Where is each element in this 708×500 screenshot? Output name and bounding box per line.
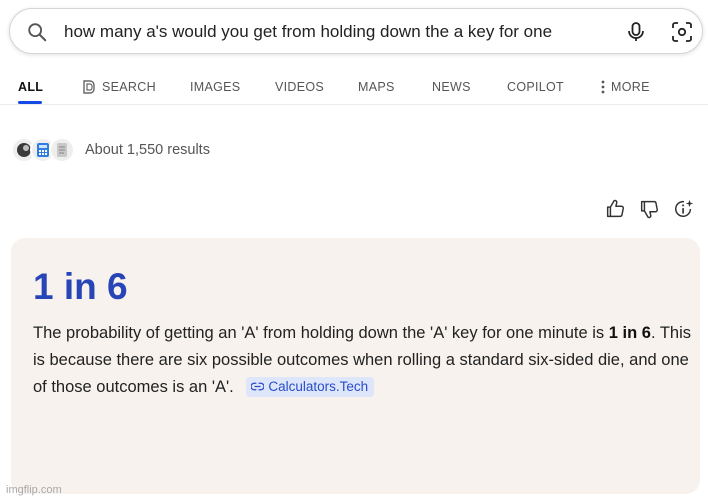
- link-icon: [251, 382, 265, 391]
- search-tabs: ALL SEARCH IMAGES VIDEOS MAPS NEWS COPIL…: [0, 70, 708, 104]
- tab-label: ALL: [18, 80, 44, 94]
- watermark: imgflip.com: [6, 484, 62, 496]
- tab-label: MORE: [611, 80, 650, 94]
- tab-search[interactable]: SEARCH: [81, 78, 156, 96]
- thumbs-up-icon[interactable]: [604, 198, 626, 220]
- calculator-icon: [37, 143, 49, 157]
- search-icon: [28, 23, 47, 42]
- source-citation-link[interactable]: Calculators.Tech: [246, 376, 375, 397]
- visual-search-icon[interactable]: [670, 20, 694, 44]
- search-bar[interactable]: [9, 8, 703, 54]
- answer-title: 1 in 6: [33, 266, 128, 307]
- tab-maps[interactable]: MAPS: [358, 78, 395, 96]
- copilot-search-icon: [83, 80, 95, 94]
- tab-label: SEARCH: [102, 80, 156, 94]
- tab-label: VIDEOS: [275, 80, 325, 94]
- tab-label: COPILOT: [507, 80, 564, 94]
- microphone-icon[interactable]: [624, 20, 648, 44]
- answer-highlight: 1 in 6: [608, 324, 651, 342]
- results-summary: About 1,550 results: [11, 136, 210, 164]
- document-icon: [57, 143, 67, 157]
- source-favicon[interactable]: [49, 137, 75, 163]
- results-count: About 1,550 results: [85, 142, 210, 158]
- answer-card: 1 in 6 The probability of getting an 'A'…: [11, 238, 700, 494]
- tab-copilot[interactable]: COPILOT: [507, 78, 564, 96]
- answer-body: The probability of getting an 'A' from h…: [33, 320, 693, 401]
- tab-label: MAPS: [358, 80, 395, 94]
- tab-more[interactable]: MORE: [600, 78, 650, 96]
- info-sparkle-icon[interactable]: [673, 198, 695, 220]
- tab-all[interactable]: ALL: [18, 78, 43, 96]
- kebab-icon: [601, 80, 605, 94]
- answer-text: The probability of getting an 'A' from h…: [33, 324, 609, 342]
- tab-images[interactable]: IMAGES: [190, 78, 240, 96]
- tab-label: NEWS: [432, 80, 471, 94]
- tabs-divider: [0, 104, 708, 105]
- tab-news[interactable]: NEWS: [432, 78, 471, 96]
- source-label: Calculators.Tech: [268, 378, 369, 394]
- tab-label: IMAGES: [190, 80, 241, 94]
- search-input[interactable]: [64, 20, 580, 44]
- tab-videos[interactable]: VIDEOS: [275, 78, 324, 96]
- thumbs-down-icon[interactable]: [638, 198, 660, 220]
